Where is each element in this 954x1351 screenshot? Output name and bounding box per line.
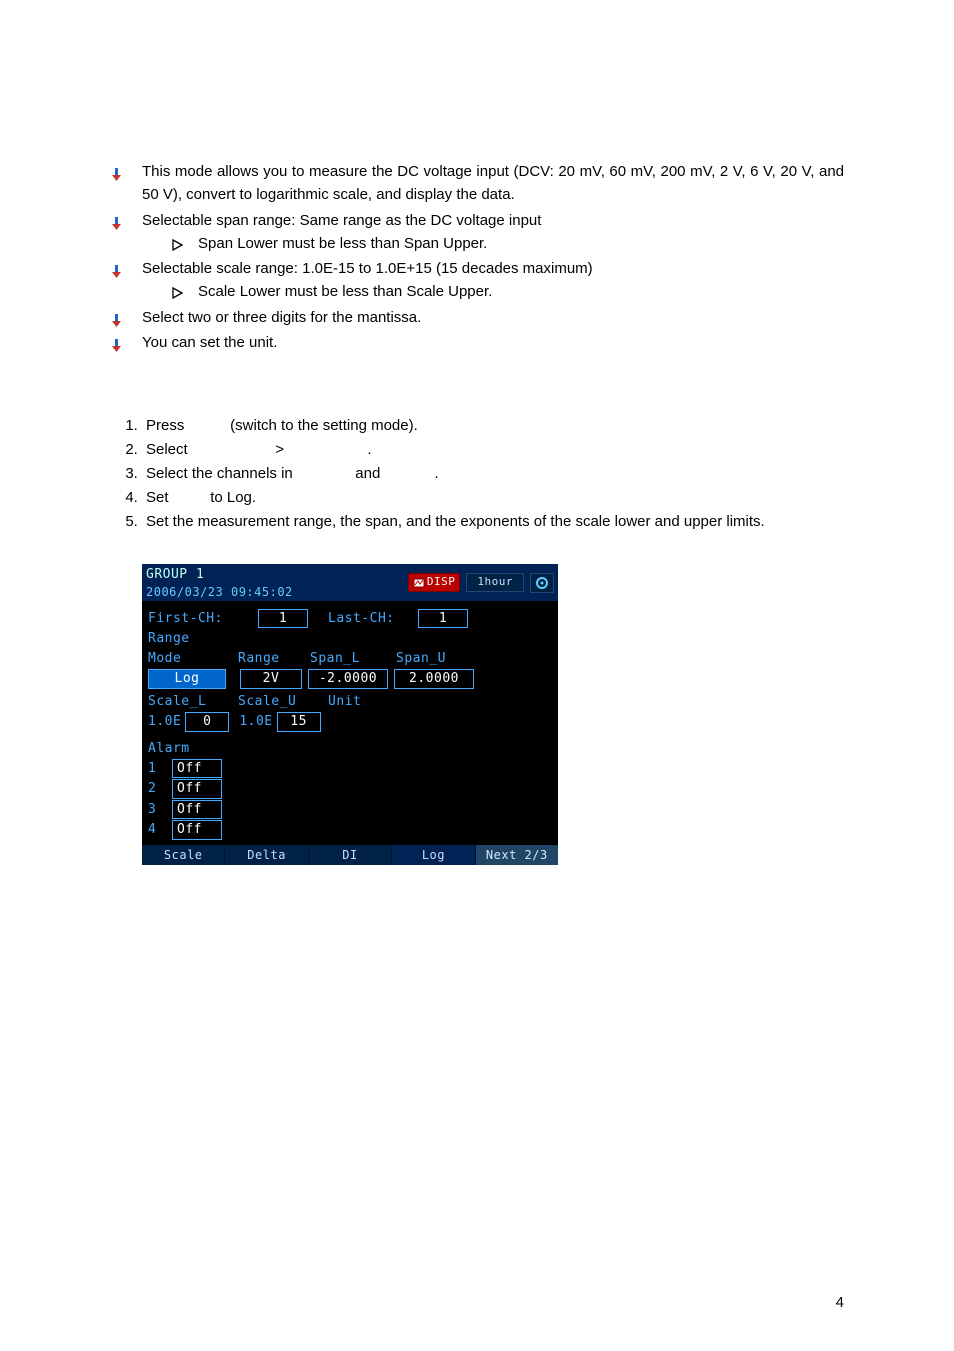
scalel-prefix: 1.0E [148,713,181,731]
list-item: You can set the unit. [110,331,844,354]
bullet-text: You can set the unit. [142,334,277,351]
last-ch-value[interactable]: 1 [418,609,468,629]
scaleu-label: Scale_U [238,693,328,711]
last-ch-label: Last-CH: [328,610,418,628]
tab-scale[interactable]: Scale [142,845,225,865]
sub-list-item: Span Lower must be less than Span Upper. [172,232,844,255]
header-timestamp: 2006/03/23 09:45:02 [146,584,293,600]
step-item: Press (switch to the setting mode). [142,414,844,438]
list-item: Selectable span range: Same range as the… [110,209,844,256]
down-arrow-icon [110,337,124,360]
range-col-label: Range [238,650,310,668]
bullet-text: Selectable span range: Same range as the… [142,212,541,229]
bullet-text: This mode allows you to measure the DC v… [142,163,844,203]
spanu-value[interactable]: 2.0000 [394,669,474,689]
alarm-value[interactable]: Off [172,759,222,779]
bullet-text: Selectable scale range: 1.0E-15 to 1.0E+… [142,260,593,277]
alarm-row: 2 Off [148,779,552,799]
period-badge: 1hour [466,573,524,592]
alarm-row: 4 Off [148,820,552,840]
settings-icon [530,573,554,593]
device-screenshot: GROUP 1 2006/03/23 09:45:02 DISP 1hour F… [142,564,558,865]
down-arrow-icon [110,215,124,238]
step-text: Set to Log. [146,489,256,506]
disp-badge: DISP [408,573,461,592]
alarm-index: 3 [148,801,162,819]
screenshot-footer-tabs: Scale Delta DI Log Next 2/3 [142,845,558,865]
list-item: Select two or three digits for the manti… [110,306,844,329]
step-text: Select > . [146,441,371,458]
alarm-value[interactable]: Off [172,800,222,820]
sub-bullet-text: Span Lower must be less than Span Upper. [198,235,487,252]
step-item: Select > . [142,438,844,462]
alarm-index: 4 [148,821,162,839]
alarm-value[interactable]: Off [172,779,222,799]
step-item: Select the channels in and . [142,462,844,486]
unit-label: Unit [328,693,361,711]
range-heading: Range [148,630,190,648]
spanl-value[interactable]: -2.0000 [308,669,388,689]
mode-select[interactable]: Log [148,669,226,689]
alarm-row: 1 Off [148,759,552,779]
first-ch-label: First-CH: [148,610,258,628]
range-value[interactable]: 2V [240,669,302,689]
list-item: This mode allows you to measure the DC v… [110,160,844,207]
procedure-steps: Press (switch to the setting mode). Sele… [110,414,844,534]
alarm-heading: Alarm [148,740,552,758]
step-text: Set the measurement range, the span, and… [146,513,765,530]
stop-icon [413,578,425,588]
alarm-value[interactable]: Off [172,820,222,840]
bullet-text: Select two or three digits for the manti… [142,309,421,326]
chevron-right-icon [172,283,184,306]
step-item: Set the measurement range, the span, and… [142,510,844,534]
scalel-label: Scale_L [148,693,238,711]
step-item: Set to Log. [142,486,844,510]
list-item: Selectable scale range: 1.0E-15 to 1.0E+… [110,257,844,304]
alarm-index: 2 [148,780,162,798]
page-number: 4 [836,1294,844,1311]
alarm-index: 1 [148,760,162,778]
screenshot-header: GROUP 1 2006/03/23 09:45:02 DISP 1hour [142,564,558,601]
scalel-exp[interactable]: 0 [185,712,229,732]
step-text: Press (switch to the setting mode). [146,417,418,434]
scaleu-exp[interactable]: 15 [277,712,321,732]
chevron-right-icon [172,235,184,258]
tab-log[interactable]: Log [392,845,475,865]
feature-bullet-list: This mode allows you to measure the DC v… [110,160,844,354]
first-ch-value[interactable]: 1 [258,609,308,629]
disp-label: DISP [427,575,456,590]
step-text: Select the channels in and . [146,465,439,482]
sub-bullet-text: Scale Lower must be less than Scale Uppe… [198,283,492,300]
down-arrow-icon [110,166,124,189]
mode-col-label: Mode [148,650,238,668]
spanu-col-label: Span_U [396,650,446,668]
screenshot-body: First-CH: 1 Last-CH: 1 Range Mode Range … [142,601,558,845]
scaleu-prefix: 1.0E [239,713,272,731]
group-title: GROUP 1 [146,566,293,584]
sub-list-item: Scale Lower must be less than Scale Uppe… [172,280,844,303]
tab-delta[interactable]: Delta [225,845,308,865]
tab-di[interactable]: DI [309,845,392,865]
down-arrow-icon [110,263,124,286]
alarm-row: 3 Off [148,800,552,820]
tab-next[interactable]: Next 2/3 [476,845,558,865]
spanl-col-label: Span_L [310,650,396,668]
